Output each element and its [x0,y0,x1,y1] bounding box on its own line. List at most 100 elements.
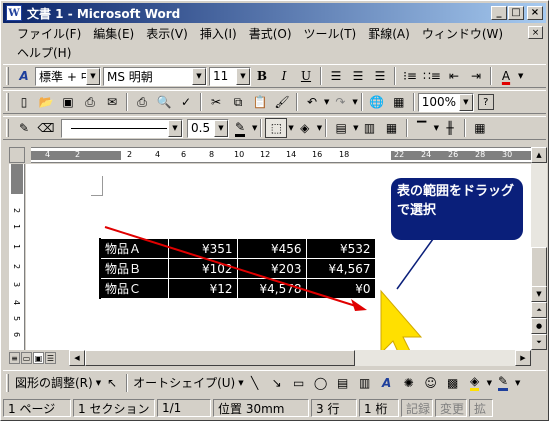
menu-help[interactable]: ヘルプ(H) [11,44,77,61]
scroll-left-arrow-icon[interactable]: ◀ [69,350,85,366]
tables-borders-icon[interactable]: ▦ [388,92,410,112]
chevron-down-icon[interactable]: ▼ [352,98,357,106]
scroll-up-arrow-icon[interactable]: ▲ [531,147,547,163]
print-layout-icon[interactable]: ▣ [33,352,44,364]
chevron-down-icon[interactable]: ▼ [458,93,473,111]
underline-button[interactable]: U [295,66,317,86]
bold-button[interactable]: B [251,66,273,86]
maximize-button[interactable]: □ [508,6,524,20]
line-weight-select[interactable]: 0.5 ▼ [187,118,229,138]
wordart-icon[interactable]: A [376,373,398,393]
format-painter-icon[interactable]: 🖌 [271,92,293,112]
decrease-indent-icon[interactable]: ⇤ [443,66,465,86]
style-select[interactable]: 標準 + 中・ ▼ [35,66,101,86]
line-color-icon[interactable]: ✎ [492,373,514,393]
font-size-select[interactable]: 11 ▼ [209,66,251,86]
new-document-icon[interactable]: ▯ [13,92,35,112]
toolbar-grip[interactable] [6,67,9,85]
redo-icon[interactable]: ↷ [329,92,351,112]
border-color-icon[interactable]: ✎ [229,118,251,138]
chevron-down-icon[interactable]: ▼ [518,72,523,80]
menu-file[interactable]: ファイル(F) [11,25,87,42]
vertical-scrollbar[interactable]: ▲ ▼ ⏶ ● ⏷ [531,147,547,350]
scroll-right-arrow-icon[interactable]: ▶ [515,350,531,366]
paste-icon[interactable]: 📋 [249,92,271,112]
select-objects-arrow-icon[interactable]: ↖ [101,373,123,393]
horizontal-ruler[interactable]: 4 2 2 4 6 8 10 12 14 16 18 22 24 26 28 3… [31,147,531,163]
scroll-down-arrow-icon[interactable]: ▼ [531,286,547,302]
table-cell-value[interactable]: ¥102 [167,258,238,279]
line-style-select[interactable]: ▼ [61,118,183,138]
merge-cells-icon[interactable]: ▥ [359,118,381,138]
diagram-icon[interactable]: ✺ [398,373,420,393]
close-button[interactable]: × [527,6,543,20]
clip-art-icon[interactable]: ☺ [420,373,442,393]
vertical-scroll-thumb[interactable] [531,247,547,287]
menu-tools[interactable]: ツール(T) [298,25,363,42]
menu-table[interactable]: 罫線(A) [362,25,416,42]
italic-button[interactable]: I [273,66,295,86]
chevron-down-icon[interactable]: ▼ [86,67,100,85]
word-app-icon[interactable]: W [6,5,22,21]
normal-view-icon[interactable]: ≡ [9,352,20,364]
next-page-icon[interactable]: ⏷ [531,334,547,350]
table-row[interactable]: 物品Ｃ ¥12 ¥4,578 ¥0 [96,278,376,299]
minimize-button[interactable]: _ [491,6,507,20]
status-extend[interactable]: 拡 [469,399,493,417]
doc-close-button[interactable]: × [528,26,543,39]
zoom-select[interactable]: 100% ▼ [417,92,474,112]
table-cell-value[interactable]: ¥4,567 [305,258,376,279]
line-tool-icon[interactable]: ╲ [244,373,266,393]
vertical-text-box-icon[interactable]: ▥ [354,373,376,393]
chevron-down-icon[interactable]: ▼ [317,124,322,132]
status-record[interactable]: 記録 [401,399,433,417]
toolbar-grip[interactable] [6,93,9,111]
chevron-down-icon[interactable]: ▼ [192,67,206,85]
web-layout-icon[interactable]: ▭ [21,352,32,364]
toolbar-grip[interactable] [6,373,9,392]
menu-insert[interactable]: 挿入(I) [194,25,243,42]
table-cell-value[interactable]: ¥0 [305,278,376,299]
status-track-changes[interactable]: 変更 [435,399,467,417]
font-select[interactable]: MS 明朝 ▼ [103,66,207,86]
eraser-icon[interactable]: ⌫ [35,118,57,138]
permission-icon[interactable]: ⎙ [79,92,101,112]
outline-view-icon[interactable]: ☰ [45,352,56,364]
print-icon[interactable]: ⎙ [131,92,153,112]
chevron-down-icon[interactable]: ▼ [236,67,250,85]
align-center-icon[interactable]: ☰ [347,66,369,86]
oval-tool-icon[interactable]: ◯ [310,373,332,393]
table-cell-value[interactable]: ¥12 [167,278,238,299]
insert-picture-icon[interactable]: ▩ [442,373,464,393]
chevron-down-icon[interactable]: ▼ [168,119,182,137]
browse-object-icon[interactable]: ● [531,318,547,334]
cut-icon[interactable]: ✂ [205,92,227,112]
table-row[interactable]: 物品Ａ ¥351 ¥456 ¥532 [96,238,376,259]
document-area[interactable]: 物品Ａ ¥351 ¥456 ¥532 物品Ｂ ¥102 ¥203 ¥4,567 … [26,164,531,350]
split-cells-icon[interactable]: ▦ [381,118,403,138]
vertical-ruler[interactable]: 2 1 1 2 3 4 5 6 [9,164,25,350]
spelling-icon[interactable]: ✓ [175,92,197,112]
align-justify-icon[interactable]: ☰ [325,66,347,86]
help-button[interactable]: ? [477,94,494,110]
previous-page-icon[interactable]: ⏶ [531,302,547,318]
table-cell-value[interactable]: ¥4,578 [236,278,307,299]
distribute-rows-icon[interactable]: ╫ [439,118,461,138]
chevron-down-icon[interactable]: ▼ [214,119,228,137]
bullets-icon[interactable]: ∷≡ [421,66,443,86]
table-cell-value[interactable]: ¥351 [167,238,238,259]
horizontal-scroll-thumb[interactable] [85,350,355,366]
menu-view[interactable]: 表示(V) [140,25,194,42]
align-right-icon[interactable]: ☰ [369,66,391,86]
increase-indent-icon[interactable]: ⇥ [465,66,487,86]
table-cell-value[interactable]: ¥456 [236,238,307,259]
toolbar-grip[interactable] [6,119,9,137]
copy-icon[interactable]: ⧉ [227,92,249,112]
table-cell-item[interactable]: 物品Ａ [99,238,169,259]
rectangle-tool-icon[interactable]: ▭ [288,373,310,393]
email-icon[interactable]: ✉ [101,92,123,112]
outside-border-icon[interactable]: ⬚ [265,118,288,138]
draw-adjust-menu[interactable]: 図形の調整(R) [13,374,95,391]
table-row[interactable]: 物品Ｂ ¥102 ¥203 ¥4,567 [96,258,376,279]
menu-format[interactable]: 書式(O) [243,25,298,42]
